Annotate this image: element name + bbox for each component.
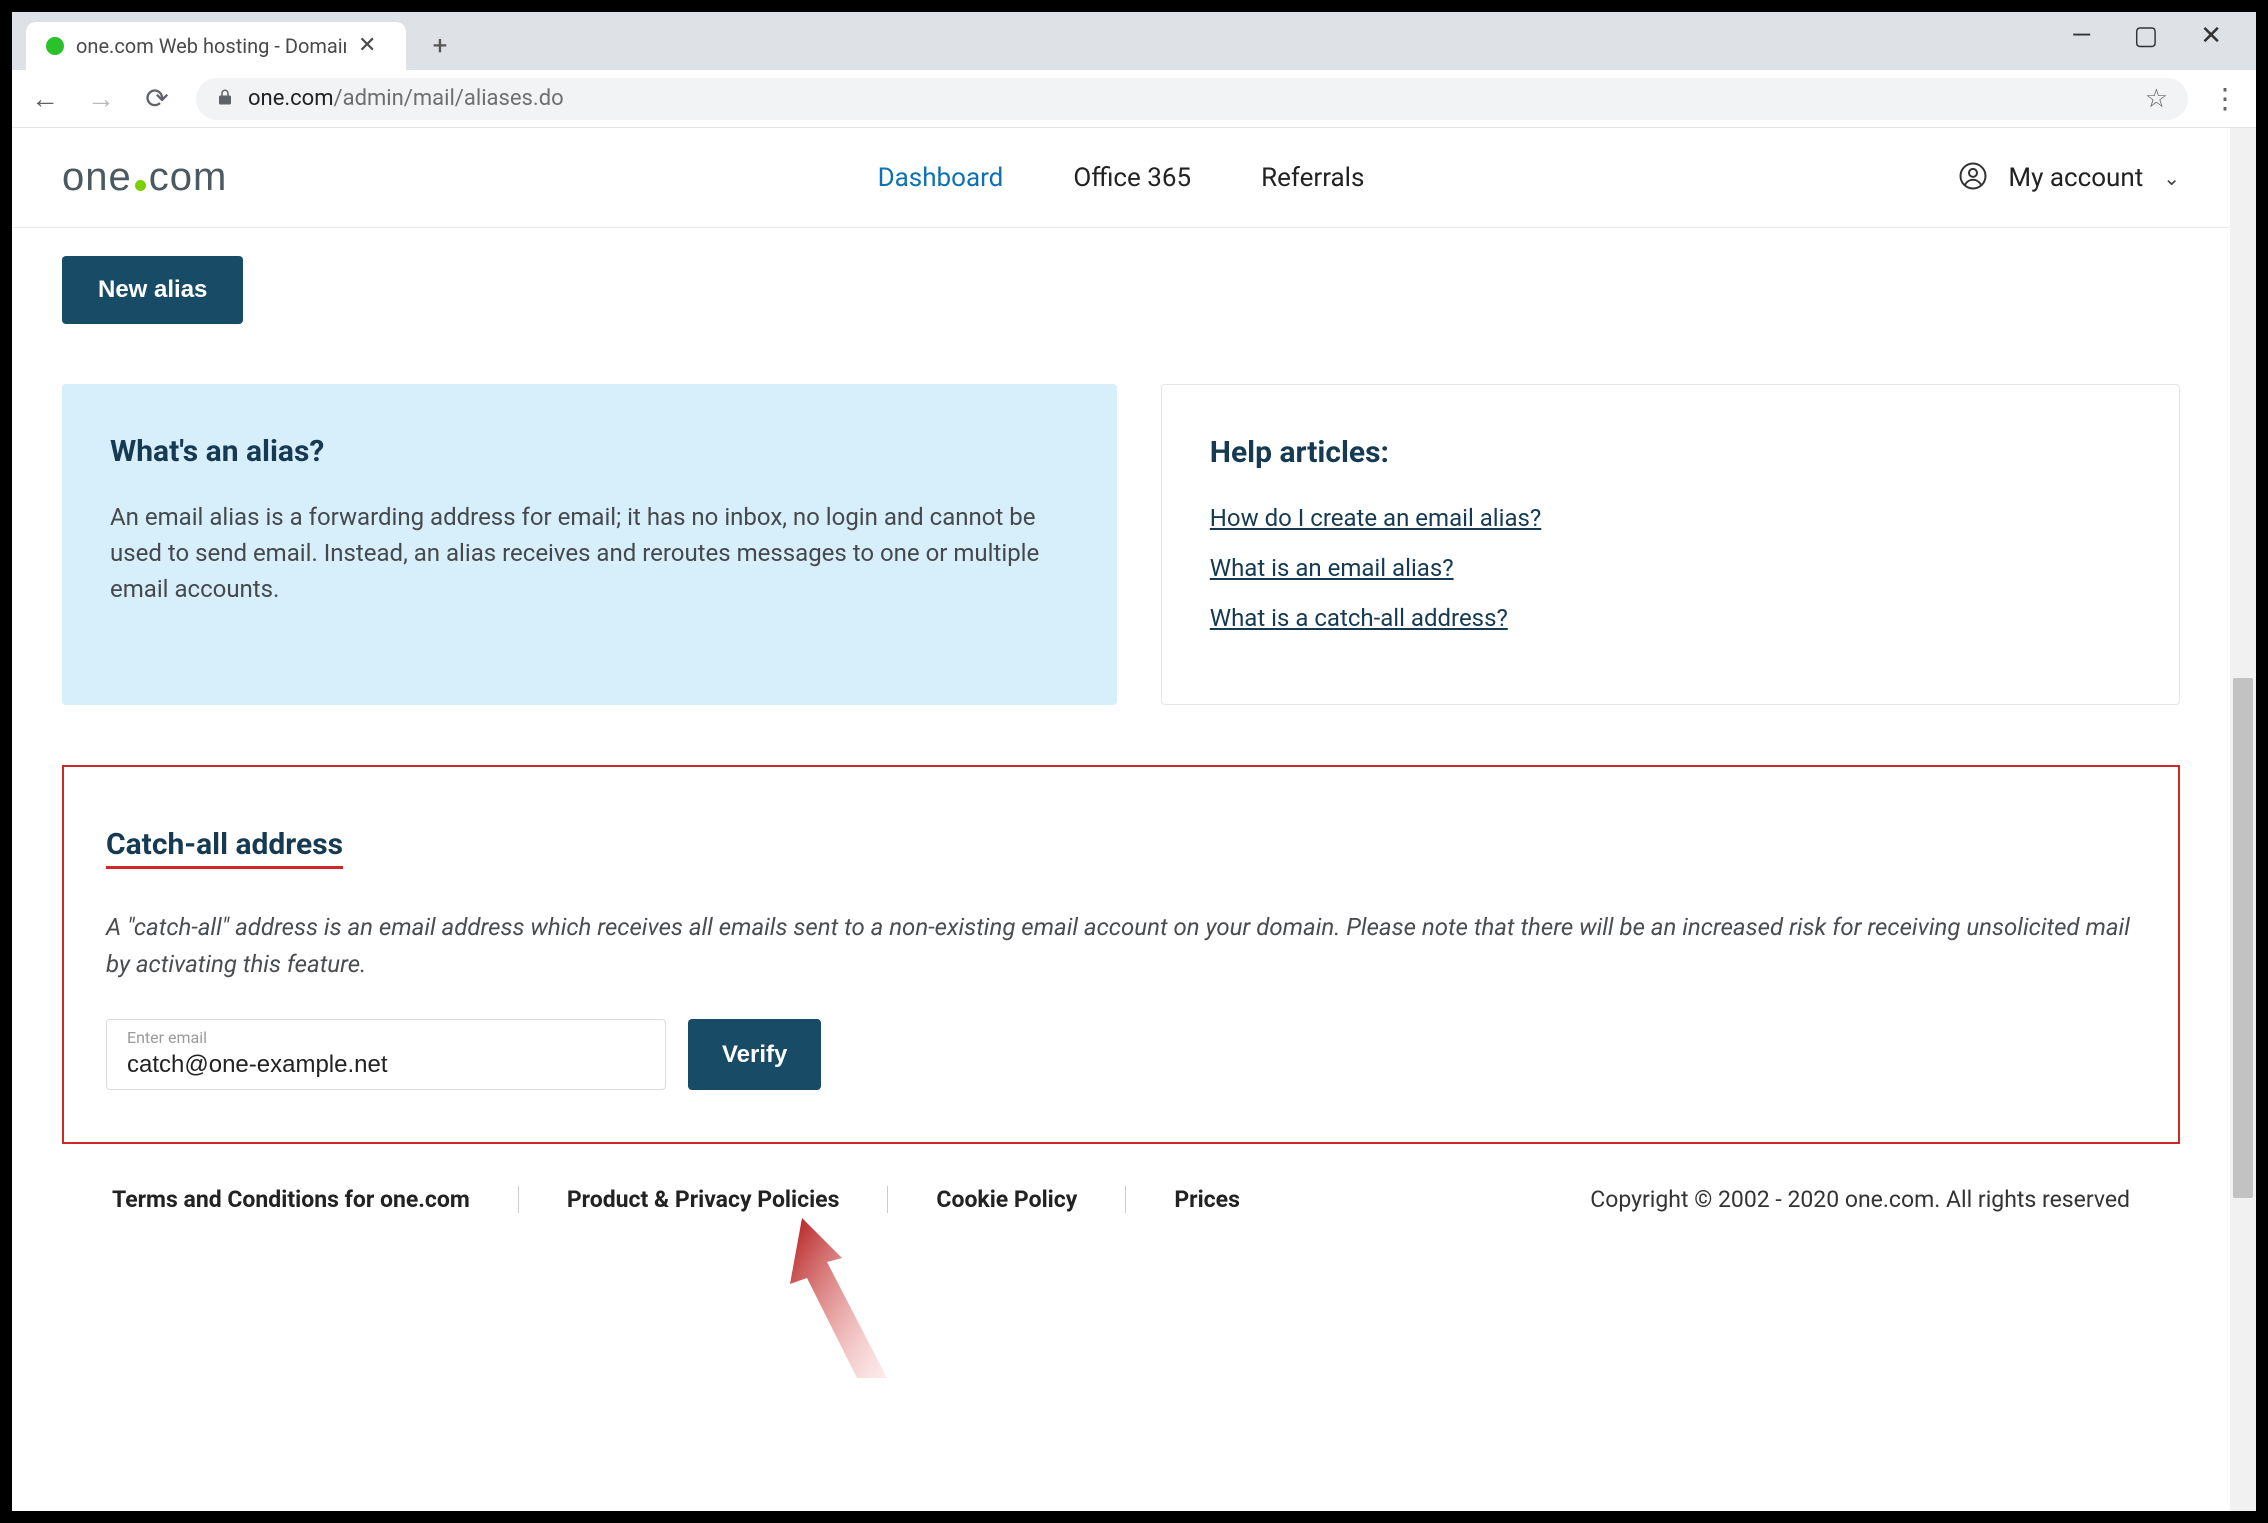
browser-address-bar: ← → ⟳ one.com/admin/mail/aliases.do ☆ ⋮ <box>12 70 2256 128</box>
user-icon <box>1958 161 1988 195</box>
bookmark-star-icon[interactable]: ☆ <box>2145 84 2168 114</box>
info-alias-body: An email alias is a forwarding address f… <box>110 499 1069 607</box>
page-content: onecom Dashboard Office 365 Referrals My… <box>12 128 2230 1511</box>
info-alias-title: What's an alias? <box>110 434 1069 469</box>
browser-tab-bar: one.com Web hosting - Domain ✕ + — ▢ ✕ <box>12 12 2256 70</box>
help-link[interactable]: How do I create an email alias? <box>1210 504 2131 532</box>
site-footer: Terms and Conditions for one.com Product… <box>62 1144 2180 1255</box>
close-tab-icon[interactable]: ✕ <box>358 35 376 57</box>
info-alias-card: What's an alias? An email alias is a for… <box>62 384 1117 705</box>
window-minimize-icon[interactable]: — <box>2071 23 2091 49</box>
email-floating-label: Enter email <box>127 1028 645 1047</box>
site-header: onecom Dashboard Office 365 Referrals My… <box>12 128 2230 228</box>
help-link[interactable]: What is a catch-all address? <box>1210 604 2131 632</box>
lock-icon <box>216 87 234 111</box>
account-label: My account <box>2008 163 2143 193</box>
catch-all-title: Catch-all address <box>106 827 343 869</box>
new-alias-button[interactable]: New alias <box>62 256 243 324</box>
chevron-down-icon: ⌄ <box>2163 166 2180 190</box>
browser-tab[interactable]: one.com Web hosting - Domain ✕ <box>26 22 406 70</box>
browser-menu-icon[interactable]: ⋮ <box>2210 82 2240 115</box>
footer-prices[interactable]: Prices <box>1174 1186 1288 1213</box>
site-logo[interactable]: onecom <box>62 155 227 200</box>
catch-all-description: A "catch-all" address is an email addres… <box>106 909 2136 983</box>
nav-referrals[interactable]: Referrals <box>1261 163 1364 193</box>
favicon-icon <box>46 37 64 55</box>
footer-privacy[interactable]: Product & Privacy Policies <box>567 1186 889 1213</box>
catch-all-email-input[interactable] <box>127 1051 645 1079</box>
nav-office365[interactable]: Office 365 <box>1073 163 1191 193</box>
account-menu[interactable]: My account ⌄ <box>1958 161 2180 195</box>
scrollbar-thumb[interactable] <box>2233 678 2253 1198</box>
footer-copyright: Copyright © 2002 - 2020 one.com. All rig… <box>1590 1186 2130 1213</box>
tab-title: one.com Web hosting - Domain <box>76 34 346 58</box>
url-input[interactable]: one.com/admin/mail/aliases.do ☆ <box>196 78 2188 120</box>
nav-reload-icon[interactable]: ⟳ <box>140 82 174 116</box>
url-text: one.com/admin/mail/aliases.do <box>248 86 564 111</box>
new-tab-button[interactable]: + <box>420 26 460 66</box>
help-articles-card: Help articles: How do I create an email … <box>1161 384 2180 705</box>
vertical-scrollbar[interactable] <box>2230 128 2256 1511</box>
window-close-icon[interactable]: ✕ <box>2200 23 2222 49</box>
nav-dashboard[interactable]: Dashboard <box>878 163 1004 193</box>
nav-back-icon[interactable]: ← <box>28 82 62 116</box>
footer-terms[interactable]: Terms and Conditions for one.com <box>112 1186 519 1213</box>
help-articles-title: Help articles: <box>1210 435 2131 470</box>
verify-button[interactable]: Verify <box>688 1019 821 1090</box>
catch-all-section: Catch-all address A "catch-all" address … <box>62 765 2180 1144</box>
catch-all-email-field[interactable]: Enter email <box>106 1019 666 1090</box>
nav-forward-icon[interactable]: → <box>84 82 118 116</box>
footer-cookie[interactable]: Cookie Policy <box>936 1186 1126 1213</box>
window-maximize-icon[interactable]: ▢ <box>2134 23 2159 49</box>
help-link[interactable]: What is an email alias? <box>1210 554 2131 582</box>
